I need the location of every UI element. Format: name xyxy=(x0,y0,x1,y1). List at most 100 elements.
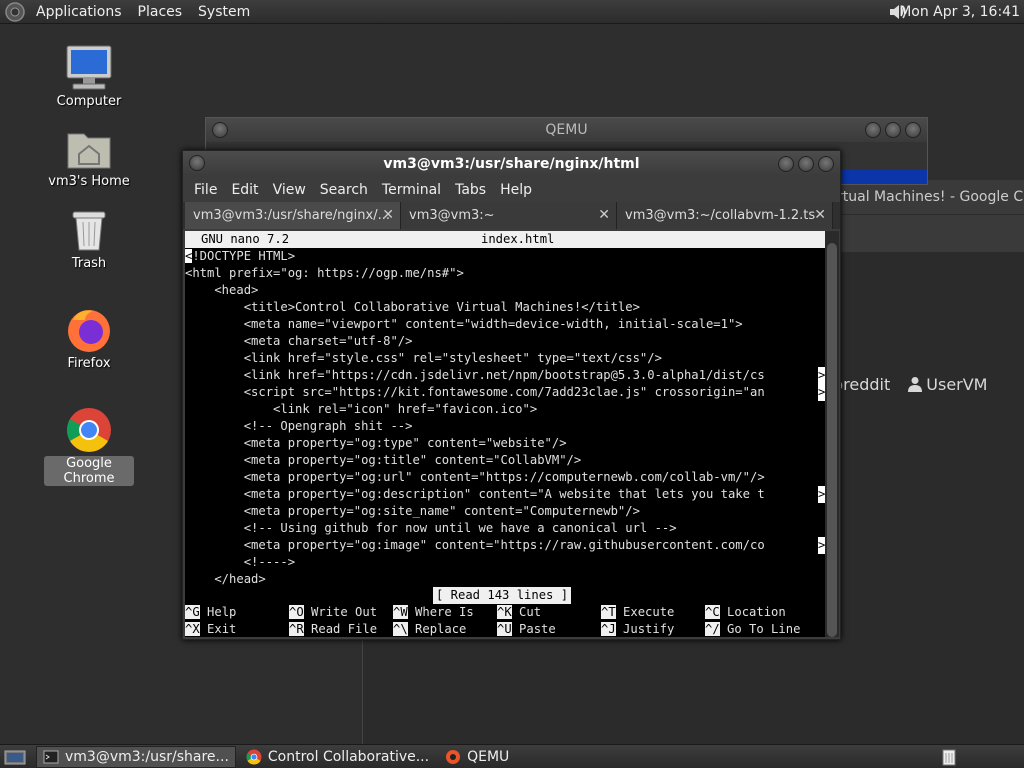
close-button[interactable] xyxy=(905,122,921,138)
nano-shortcut[interactable]: ^G Help xyxy=(185,604,236,621)
nano-line: <!DOCTYPE HTML> xyxy=(185,248,295,265)
applications-menu[interactable]: Applications xyxy=(28,0,130,24)
desktop-icon-home[interactable]: vm3's Home xyxy=(44,126,134,189)
nano-line-text: <title>Control Collaborative Virtual Mac… xyxy=(185,300,640,314)
nano-line-text: <!----> xyxy=(185,555,296,569)
nano-shortcut[interactable]: ^J Justify xyxy=(601,621,674,637)
menu-file[interactable]: File xyxy=(187,182,224,198)
nano-line-text: <meta property="og:url" content="https:/… xyxy=(185,470,765,484)
maximize-button[interactable] xyxy=(885,122,901,138)
shortcut-key: ^O xyxy=(289,605,304,619)
nano-line: <html prefix="og: https://ogp.me/ns#"> xyxy=(185,265,464,282)
close-button[interactable] xyxy=(818,156,834,172)
nano-header: GNU nano 7.2 index.html xyxy=(185,231,826,248)
menu-edit[interactable]: Edit xyxy=(224,182,265,198)
taskbar-item-qemu[interactable]: QEMU xyxy=(439,746,515,768)
terminal-tab[interactable]: vm3@vm3:~/collabvm-1.2.ts ✕ xyxy=(617,202,833,229)
shortcut-label: Read File xyxy=(311,622,378,636)
nano-shortcut[interactable]: ^U Paste xyxy=(497,621,556,637)
desktop-icon-label: vm3's Home xyxy=(48,174,130,189)
desktop-icon-computer[interactable]: Computer xyxy=(44,44,134,109)
nano-line: <!-- Using github for now until we have … xyxy=(185,520,677,537)
tab-close-icon[interactable]: ✕ xyxy=(382,202,394,229)
breddit-link[interactable]: breddit xyxy=(833,375,890,394)
menu-tabs[interactable]: Tabs xyxy=(448,182,493,198)
nano-line-text: <link href="https://cdn.jsdelivr.net/npm… xyxy=(185,368,765,382)
shortcut-label: Cut xyxy=(519,605,542,619)
terminal-tabbar: vm3@vm3:/usr/share/nginx/... ✕ vm3@vm3:~… xyxy=(183,202,840,229)
nano-line-text: <link href="style.css" rel="stylesheet" … xyxy=(185,351,662,365)
nano-line-text: <meta property="og:type" content="websit… xyxy=(185,436,567,450)
nano-status: [ Read 143 lines ] xyxy=(433,587,572,604)
computer-icon xyxy=(66,45,112,90)
nano-shortcut[interactable]: ^\ Replace xyxy=(393,621,466,637)
tab-close-icon[interactable]: ✕ xyxy=(814,202,826,229)
bottom-panel: vm3@vm3:/usr/share... Control Collaborat… xyxy=(0,744,1024,768)
shortcut-label: Paste xyxy=(519,622,556,636)
desktop-icon-label: Trash xyxy=(71,256,107,271)
scroll-thumb[interactable] xyxy=(827,243,837,637)
desktop-icon-trash[interactable]: Trash xyxy=(44,208,134,271)
nano-line-text: <meta property="og:title" content="Colla… xyxy=(185,453,582,467)
terminal-window[interactable]: vm3@vm3:/usr/share/nginx/html File Edit … xyxy=(182,150,841,640)
maximize-button[interactable] xyxy=(798,156,814,172)
tab-close-icon[interactable]: ✕ xyxy=(598,202,610,229)
desktop-icon-firefox[interactable]: Firefox xyxy=(44,306,134,371)
nano-editor[interactable]: GNU nano 7.2 index.html <!DOCTYPE HTML> <… xyxy=(185,231,826,637)
terminal-tab[interactable]: vm3@vm3:/usr/share/nginx/... ✕ xyxy=(185,202,401,229)
nano-line: <meta property="og:image" content="https… xyxy=(185,537,826,554)
nano-line: <script src="https://kit.fontawesome.com… xyxy=(185,384,826,401)
trash-applet-icon[interactable] xyxy=(940,748,958,766)
nano-line-text: <meta property="og:description" content=… xyxy=(185,487,765,501)
nano-shortcut[interactable]: ^K Cut xyxy=(497,604,541,621)
nano-line-text: <!-- Opengraph shit --> xyxy=(185,419,413,433)
page-nav-links: breddit UserVM xyxy=(833,375,987,394)
nano-line: <!-- Opengraph shit --> xyxy=(185,418,413,435)
nano-line-text: <script src="https://kit.fontawesome.com… xyxy=(185,385,765,399)
window-menu-button[interactable] xyxy=(212,122,228,138)
nano-shortcut[interactable]: ^X Exit xyxy=(185,621,236,637)
firefox-icon xyxy=(68,310,110,352)
nano-shortcut[interactable]: ^T Execute xyxy=(601,604,674,621)
trash-icon xyxy=(72,211,106,251)
nano-line-text: <link rel="icon" href="favicon.ico"> xyxy=(185,402,538,416)
system-menu[interactable]: System xyxy=(190,0,258,24)
minimize-button[interactable] xyxy=(865,122,881,138)
shortcut-key: ^\ xyxy=(393,622,408,636)
menu-search[interactable]: Search xyxy=(313,182,375,198)
menu-view[interactable]: View xyxy=(266,182,313,198)
nano-shortcut[interactable]: ^W Where Is xyxy=(393,604,474,621)
window-title: vm3@vm3:/usr/share/nginx/html xyxy=(183,151,840,177)
taskbar-item-terminal[interactable]: vm3@vm3:/usr/share... xyxy=(36,745,236,768)
top-panel: Applications Places System Mon Apr 3, 16… xyxy=(0,0,1024,24)
clock[interactable]: Mon Apr 3, 16:41 xyxy=(899,0,1020,24)
shortcut-key: ^/ xyxy=(705,622,720,636)
shortcut-key: ^R xyxy=(289,622,304,636)
nano-line-text: !DOCTYPE HTML> xyxy=(192,249,296,263)
shortcut-key: ^X xyxy=(185,622,200,636)
gnome-foot-icon[interactable] xyxy=(4,1,26,23)
tab-label: vm3@vm3:~/collabvm-1.2.ts xyxy=(625,208,816,223)
nano-line-text: <meta property="og:image" content="https… xyxy=(185,538,765,552)
taskbar-item-chrome[interactable]: Control Collaborative... xyxy=(240,746,435,768)
terminal-tab[interactable]: vm3@vm3:~ ✕ xyxy=(401,202,617,229)
places-menu[interactable]: Places xyxy=(130,0,191,24)
uservm-link[interactable]: UserVM xyxy=(908,375,987,394)
show-desktop-icon[interactable] xyxy=(4,748,26,766)
chrome-icon xyxy=(67,408,111,452)
shortcut-key: ^U xyxy=(497,622,512,636)
nano-shortcut[interactable]: ^C Location xyxy=(705,604,786,621)
taskbar-label: Control Collaborative... xyxy=(267,748,430,765)
minimize-button[interactable] xyxy=(778,156,794,172)
qemu-icon xyxy=(446,749,461,764)
menu-terminal[interactable]: Terminal xyxy=(375,182,448,198)
menu-help[interactable]: Help xyxy=(493,182,539,198)
terminal-scrollbar[interactable] xyxy=(825,231,839,637)
window-menu-button[interactable] xyxy=(189,155,205,171)
shortcut-label: Write Out xyxy=(311,605,378,619)
nano-line: <meta charset="utf-8"/> xyxy=(185,333,413,350)
nano-shortcut[interactable]: ^/ Go To Line xyxy=(705,621,800,637)
nano-shortcut[interactable]: ^R Read File xyxy=(289,621,377,637)
nano-shortcut[interactable]: ^O Write Out xyxy=(289,604,377,621)
desktop-icon-chrome[interactable]: Google Chrome xyxy=(44,406,134,486)
